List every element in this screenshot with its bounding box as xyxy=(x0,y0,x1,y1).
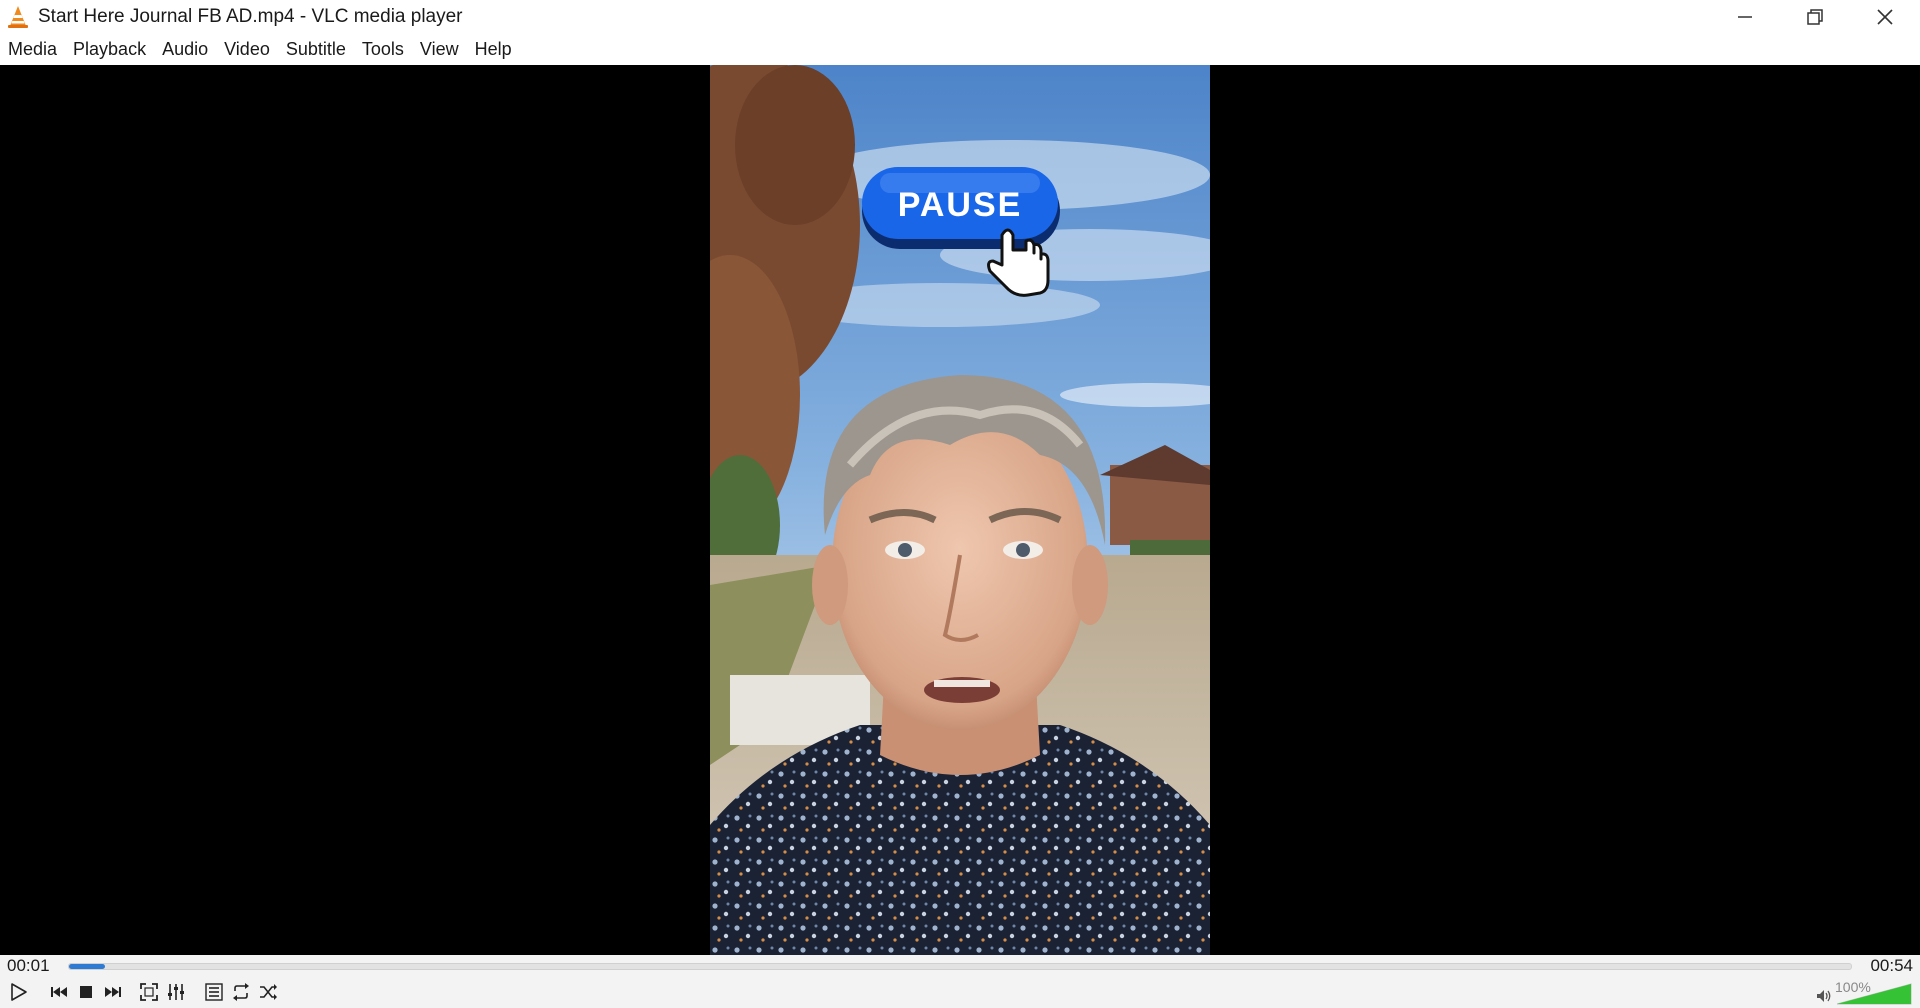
menu-tools[interactable]: Tools xyxy=(354,34,412,65)
pause-overlay-text: PAUSE xyxy=(898,186,1023,224)
loop-button[interactable] xyxy=(228,979,254,1005)
menu-subtitle[interactable]: Subtitle xyxy=(278,34,354,65)
menu-playback[interactable]: Playback xyxy=(65,34,154,65)
minimize-button[interactable] xyxy=(1710,0,1780,34)
close-icon xyxy=(1877,9,1893,25)
previous-button[interactable] xyxy=(46,979,72,1005)
video-display[interactable]: PAUSE xyxy=(0,65,1920,955)
close-button[interactable] xyxy=(1850,0,1920,34)
loop-icon xyxy=(233,983,249,1001)
time-elapsed: 00:01 xyxy=(7,956,50,975)
restore-icon xyxy=(1807,9,1823,25)
seek-progress xyxy=(69,964,105,969)
volume-control[interactable]: 100% xyxy=(1815,977,1915,1008)
menu-video[interactable]: Video xyxy=(216,34,278,65)
title-bar: Start Here Journal FB AD.mp4 - VLC media… xyxy=(0,0,1920,34)
play-button[interactable] xyxy=(5,979,31,1005)
seek-row: 00:01 00:54 xyxy=(0,955,1920,977)
next-icon xyxy=(105,987,121,997)
menu-help[interactable]: Help xyxy=(467,34,520,65)
fullscreen-icon xyxy=(140,983,158,1001)
fullscreen-button[interactable] xyxy=(136,979,162,1005)
extended-settings-icon xyxy=(168,984,184,1000)
speaker-icon[interactable] xyxy=(1815,987,1833,1005)
minimize-icon xyxy=(1738,16,1752,18)
random-icon xyxy=(260,984,277,1000)
vlc-cone-icon xyxy=(8,6,28,28)
play-icon xyxy=(11,983,27,1001)
video-frame: PAUSE xyxy=(710,65,1210,955)
menu-bar: Media Playback Audio Video Subtitle Tool… xyxy=(0,34,1920,65)
seek-slider[interactable] xyxy=(68,963,1852,970)
random-button[interactable] xyxy=(255,979,281,1005)
restore-button[interactable] xyxy=(1780,0,1850,34)
control-bar xyxy=(0,977,1920,1008)
playlist-icon xyxy=(205,983,223,1001)
previous-icon xyxy=(51,987,67,997)
menu-view[interactable]: View xyxy=(412,34,467,65)
window-title: Start Here Journal FB AD.mp4 - VLC media… xyxy=(38,6,463,27)
playlist-button[interactable] xyxy=(201,979,227,1005)
stop-button[interactable] xyxy=(73,979,99,1005)
stop-icon xyxy=(80,986,92,998)
time-total[interactable]: 00:54 xyxy=(1870,956,1913,976)
volume-percent: 100% xyxy=(1835,979,1871,995)
menu-media[interactable]: Media xyxy=(0,34,65,65)
menu-audio[interactable]: Audio xyxy=(154,34,216,65)
extended-settings-button[interactable] xyxy=(163,979,189,1005)
next-button[interactable] xyxy=(100,979,126,1005)
video-scene: PAUSE xyxy=(710,65,1210,955)
